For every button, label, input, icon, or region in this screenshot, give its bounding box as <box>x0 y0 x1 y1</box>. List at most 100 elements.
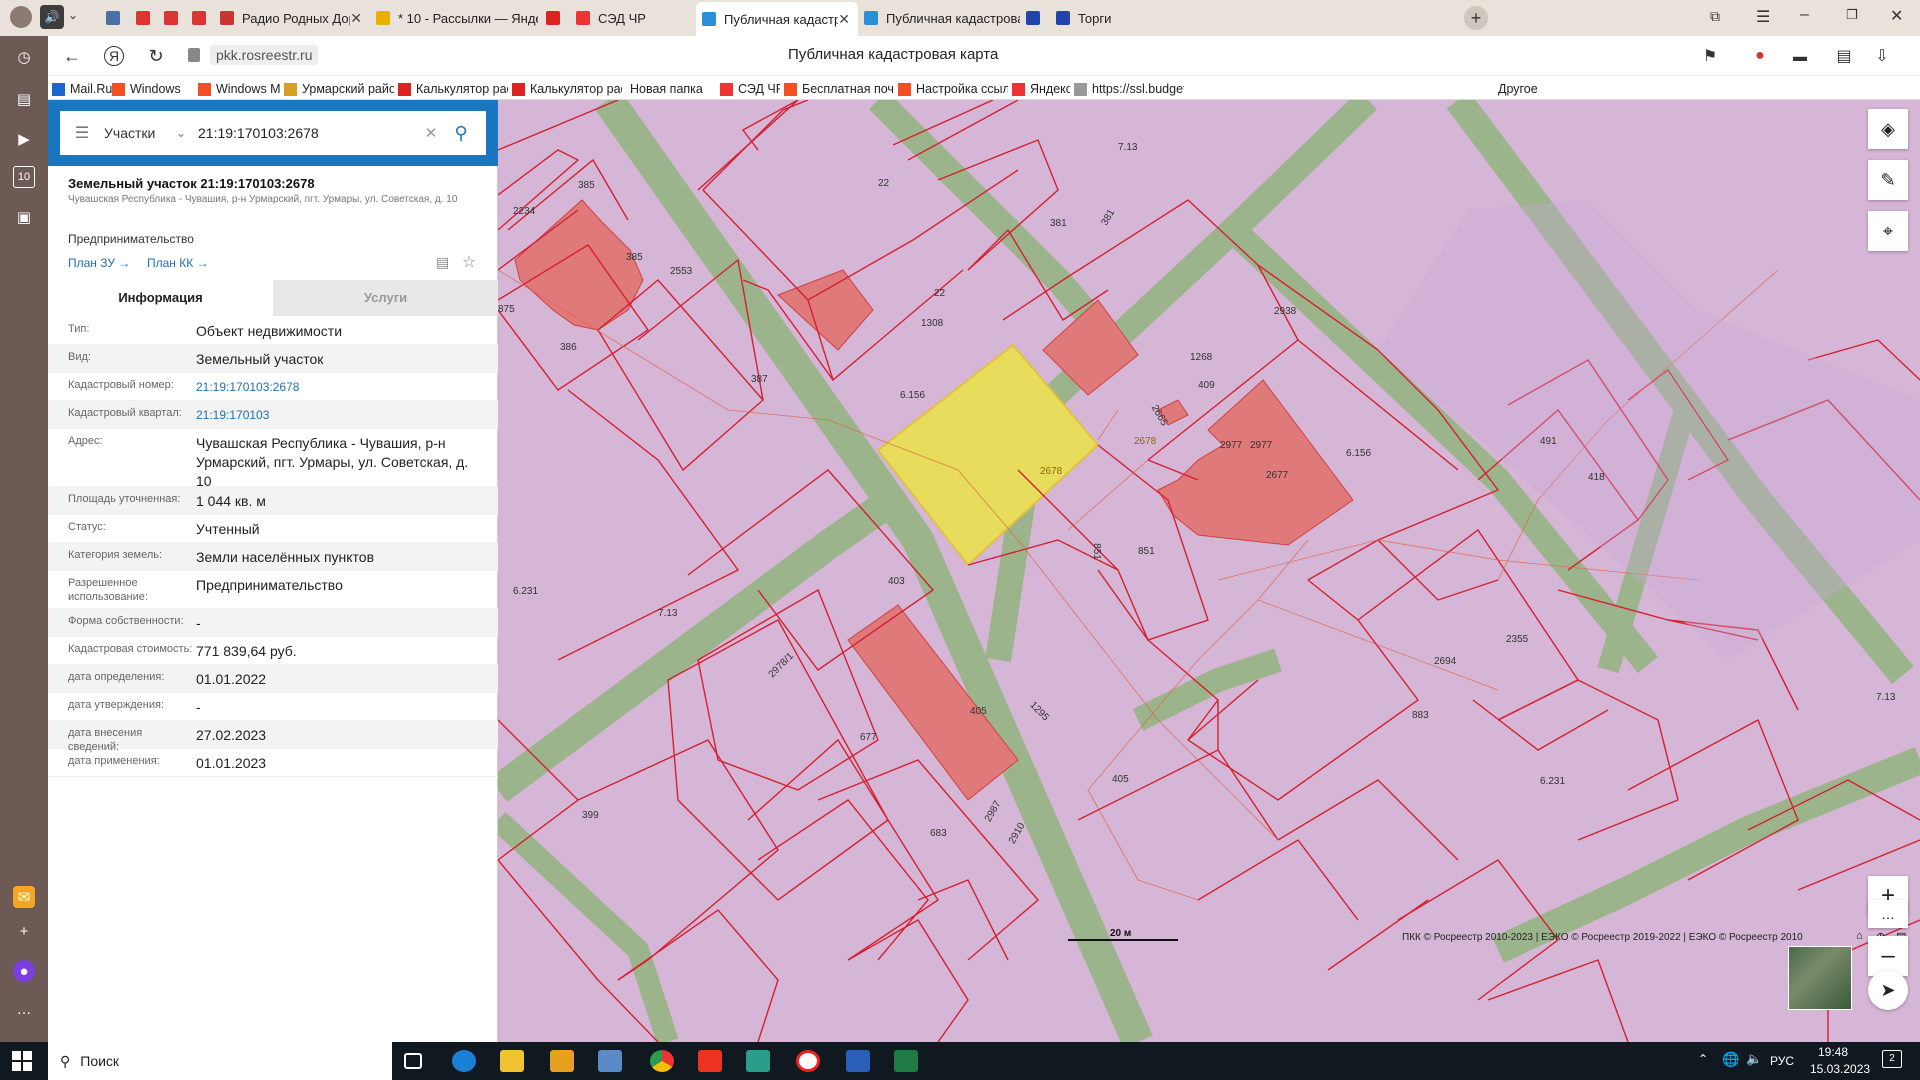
edge-icon[interactable] <box>452 1050 476 1072</box>
building-2677[interactable] <box>1157 379 1354 546</box>
browser-tab[interactable] <box>186 4 212 32</box>
minimize-button[interactable]: – <box>1800 6 1809 24</box>
bookmark-item[interactable]: Новая папка <box>630 80 714 98</box>
downloads-icon[interactable]: ▤ <box>1832 44 1856 68</box>
bookmark-icon[interactable]: ⚑ <box>1698 44 1722 68</box>
ruler-button[interactable]: ✎ <box>1868 160 1908 200</box>
tray-arrow-icon[interactable]: ⌃ <box>1698 1052 1708 1066</box>
video-icon[interactable]: ▶ <box>13 128 35 150</box>
browser-tab[interactable]: Радио Родных Доро✕ <box>214 4 370 32</box>
browser-tab[interactable] <box>130 4 156 32</box>
menu-icon[interactable]: ☰ <box>1756 7 1770 27</box>
restore-button[interactable]: ❐ <box>1846 7 1858 23</box>
clock-time[interactable]: 19:48 <box>1818 1045 1848 1059</box>
browser-tab[interactable] <box>158 4 184 32</box>
bookmark-item[interactable]: https://ssl.budgetp <box>1074 80 1184 98</box>
plan-kk-link[interactable]: План КК → <box>147 256 209 270</box>
bookmark-item[interactable]: Яндекс <box>1012 80 1070 98</box>
tab-info[interactable]: Информация <box>48 280 273 316</box>
browser-tab[interactable]: СЭД ЧР <box>570 4 690 32</box>
alice-icon[interactable]: ● <box>13 960 35 982</box>
file-explorer-icon[interactable] <box>500 1050 524 1072</box>
layers-button[interactable]: ◈ <box>1868 109 1908 149</box>
add-app-icon[interactable]: + <box>13 920 35 942</box>
browser-tab[interactable]: Торги <box>1050 4 1200 32</box>
search-icon[interactable]: ⚲ <box>444 123 478 144</box>
tab-close-icon[interactable]: ✕ <box>838 11 850 28</box>
language-indicator[interactable]: РУС <box>1770 1054 1794 1068</box>
close-window-button[interactable]: ✕ <box>1890 6 1903 26</box>
taskbar-search[interactable]: ⚲ Поиск <box>48 1042 392 1080</box>
address-bar[interactable]: pkk.rosreestr.ru <box>188 42 388 68</box>
notifications-icon[interactable]: 2 <box>1882 1050 1902 1068</box>
bookmark-item[interactable]: Другое <box>1498 80 1558 98</box>
more-apps-icon[interactable]: … <box>13 998 35 1020</box>
start-button[interactable] <box>12 1051 32 1071</box>
map-canvas[interactable] <box>498 100 1920 1042</box>
remote-desktop-icon[interactable] <box>598 1050 622 1072</box>
bookmark-item[interactable]: Бесплатная почта <box>784 80 894 98</box>
counter-icon[interactable]: 10 <box>13 166 35 188</box>
profile-avatar[interactable] <box>10 6 32 28</box>
bookmark-item[interactable]: Калькулятор расч <box>398 80 508 98</box>
collections-icon[interactable]: ⧉ <box>1710 8 1720 25</box>
browser-tab[interactable]: * 10 - Рассылки — Яндекс <box>370 4 538 32</box>
clock-date[interactable]: 15.03.2023 <box>1810 1062 1870 1076</box>
url-text[interactable]: pkk.rosreestr.ru <box>210 45 319 65</box>
locate-button[interactable]: ⌖ <box>1868 211 1908 251</box>
excel-icon[interactable] <box>894 1050 918 1072</box>
yandex-button[interactable]: Я <box>104 46 124 66</box>
yandex-red-icon[interactable] <box>698 1050 722 1072</box>
search-input[interactable]: 21:19:170103:2678 <box>198 125 418 141</box>
cadastral-map[interactable]: 7.13 385 2234 385 2553 22 381 381 22 1308 875 386 38… <box>498 100 1920 1042</box>
bookmark-item[interactable]: Калькулятор расч <box>512 80 622 98</box>
outlook-icon[interactable] <box>550 1050 574 1072</box>
bookmark-item[interactable]: СЭД ЧР <box>720 80 780 98</box>
plan-zu-link[interactable]: План ЗУ → <box>68 256 130 270</box>
bookmark-item[interactable]: Настройка ссылок <box>898 80 1008 98</box>
search-type-select[interactable]: Участки <box>104 125 176 141</box>
browser-tab[interactable] <box>1020 4 1050 32</box>
app-green-icon[interactable] <box>746 1050 770 1072</box>
browser-tab[interactable] <box>540 4 570 32</box>
word-icon[interactable] <box>846 1050 870 1072</box>
tab-services[interactable]: Услуги <box>273 280 498 316</box>
tab-close-icon[interactable]: ✕ <box>350 10 362 27</box>
browser-tab[interactable] <box>100 4 126 32</box>
screenshot-icon[interactable]: ▣ <box>13 206 35 228</box>
compass-button[interactable]: ➤ <box>1868 970 1908 1010</box>
back-button[interactable]: ← <box>60 44 84 68</box>
task-view-icon[interactable] <box>404 1053 422 1069</box>
browser-tab[interactable]: Публичная кадастрова✕ <box>696 2 858 36</box>
bookmark-item[interactable]: Windows <box>112 80 192 98</box>
info-row-value[interactable]: 21:19:170103 <box>196 406 486 428</box>
history-icon[interactable]: ◷ <box>13 46 35 68</box>
volume-icon[interactable]: 🔈 <box>1746 1051 1762 1067</box>
zoom-more-button[interactable]: … <box>1868 900 1908 928</box>
satellite-thumbnail[interactable] <box>1788 946 1852 1010</box>
new-tab-button[interactable]: + <box>1464 6 1488 30</box>
clear-icon[interactable]: ✕ <box>418 124 444 142</box>
protect-icon[interactable]: ▬ <box>1788 44 1812 68</box>
chrome-icon[interactable] <box>650 1050 674 1072</box>
network-icon[interactable]: 🌐 <box>1722 1051 1739 1068</box>
info-row-value[interactable]: 21:19:170103:2678 <box>196 378 486 400</box>
reload-button[interactable]: ↻ <box>144 44 168 68</box>
home-icon[interactable]: ⌂ <box>1856 930 1863 942</box>
bookmark-item[interactable]: Урмарский район <box>284 80 394 98</box>
building-2553[interactable] <box>514 199 644 331</box>
browser-tab[interactable]: Публичная кадастровая к <box>858 4 1020 32</box>
bookmark-item[interactable]: Mail.Ru <box>52 80 112 98</box>
notes-icon[interactable]: ▤ <box>13 88 35 110</box>
extension-icon[interactable]: ● <box>1748 44 1772 68</box>
bookmark-item[interactable]: Windows Media <box>198 80 280 98</box>
print-icon[interactable]: ▤ <box>436 254 449 271</box>
yandex-browser-icon[interactable] <box>796 1050 820 1072</box>
tab-dropdown-icon[interactable]: ⌄ <box>68 8 78 22</box>
star-icon[interactable]: ☆ <box>462 252 476 272</box>
download-arrow-icon[interactable]: ⇩ <box>1870 44 1894 68</box>
chevron-down-icon[interactable]: ⌄ <box>176 126 198 140</box>
sound-tab-button[interactable]: 🔊 <box>40 5 64 29</box>
mail-app-icon[interactable]: ✉ <box>13 886 35 908</box>
hamburger-menu-icon[interactable]: ☰ <box>60 123 104 143</box>
